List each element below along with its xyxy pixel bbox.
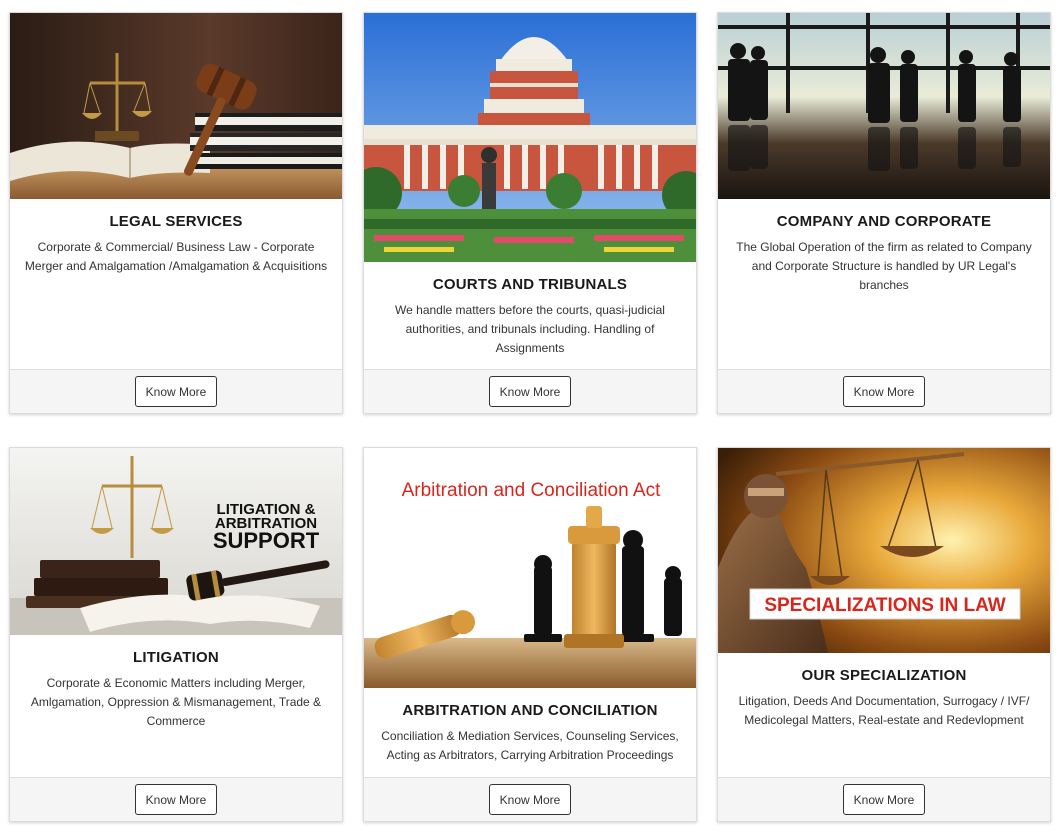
image-text-line-3: SUPPORT <box>213 528 320 553</box>
card-our-specialization: SPECIALIZATIONS IN LAW OUR SPECIALIZATIO… <box>717 447 1051 822</box>
know-more-button[interactable]: Know More <box>134 784 218 815</box>
know-more-button[interactable]: Know More <box>842 376 926 407</box>
image-text: SPECIALIZATIONS IN LAW <box>764 595 1005 616</box>
card-title: COMPANY AND CORPORATE <box>776 213 992 230</box>
card-footer: Know More <box>718 369 1050 413</box>
know-more-button[interactable]: Know More <box>134 376 218 407</box>
card-description: Corporate & Commercial/ Business Law - C… <box>24 240 328 273</box>
card-legal-services: LEGAL SERVICES Corporate & Commercial/ B… <box>9 12 343 414</box>
card-courts-and-tribunals: COURTS AND TRIBUNALS We handle matters b… <box>363 12 697 414</box>
gavel-scales-books-image <box>10 13 342 199</box>
card-title: ARBITRATION AND CONCILIATION <box>402 702 658 719</box>
lady-justice-scales-image: SPECIALIZATIONS IN LAW <box>718 448 1050 653</box>
supreme-court-building-image <box>364 13 696 262</box>
know-more-button[interactable]: Know More <box>488 784 572 815</box>
card-footer: Know More <box>364 369 696 413</box>
card-arbitration-and-conciliation: Arbitration and Conciliation Act ARBITRA… <box>363 447 697 822</box>
know-more-button[interactable]: Know More <box>842 784 926 815</box>
card-company-and-corporate: COMPANY AND CORPORATE The Global Operati… <box>717 12 1051 414</box>
chess-pieces-image: Arbitration and Conciliation Act <box>364 448 696 688</box>
card-footer: Know More <box>10 369 342 413</box>
know-more-button[interactable]: Know More <box>488 376 572 407</box>
image-text: Arbitration and Conciliation Act <box>402 480 661 501</box>
card-footer: Know More <box>10 777 342 821</box>
card-footer: Know More <box>364 777 696 821</box>
card-description: Conciliation & Mediation Services, Couns… <box>381 729 679 762</box>
litigation-scales-gavel-image: LITIGATION & ARBITRATION SUPPORT <box>10 448 342 635</box>
card-title: COURTS AND TRIBUNALS <box>432 276 628 293</box>
card-title: LITIGATION <box>133 649 219 666</box>
card-description: The Global Operation of the firm as rela… <box>736 240 1032 292</box>
card-description: We handle matters before the courts, qua… <box>395 303 665 355</box>
card-title: LEGAL SERVICES <box>109 213 243 230</box>
business-people-silhouette-image <box>718 13 1050 199</box>
card-title: OUR SPECIALIZATION <box>801 667 967 684</box>
card-description: Litigation, Deeds And Documentation, Sur… <box>738 694 1030 727</box>
card-footer: Know More <box>718 777 1050 821</box>
card-litigation: LITIGATION & ARBITRATION SUPPORT LITIGAT… <box>9 447 343 822</box>
card-description: Corporate & Economic Matters including M… <box>30 676 322 728</box>
